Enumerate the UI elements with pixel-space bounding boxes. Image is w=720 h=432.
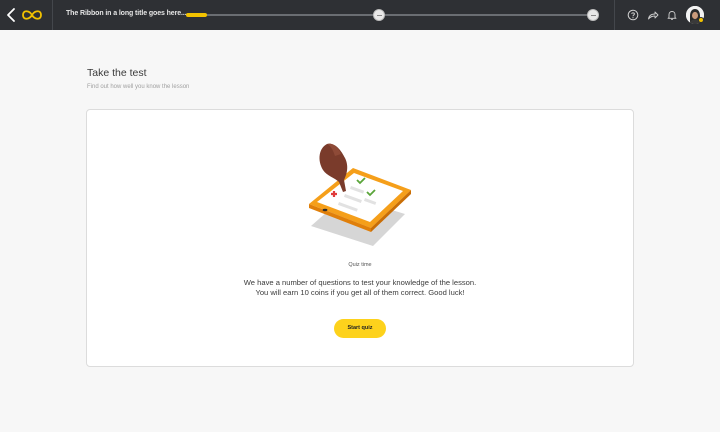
notification-dot: [698, 17, 704, 23]
divider: [52, 0, 53, 30]
share-icon[interactable]: [647, 9, 659, 21]
quiz-description: We have a number of questions to test yo…: [243, 278, 477, 297]
help-icon[interactable]: [627, 9, 639, 21]
quiz-label: Quiz time: [348, 262, 372, 268]
progress-checkpoint-2[interactable]: [587, 9, 599, 21]
top-bar: The Ribbon in a long title goes here...: [0, 0, 720, 30]
quiz-illustration: [309, 143, 411, 246]
quiz-card: Quiz time We have a number of questions …: [86, 109, 634, 367]
bell-icon[interactable]: [666, 9, 678, 21]
progress-checkpoint-1[interactable]: [373, 9, 385, 21]
divider: [614, 0, 615, 30]
page-title: Take the test: [87, 67, 147, 79]
lesson-title: The Ribbon in a long title goes here...: [66, 10, 187, 17]
lesson-progress-fill: [186, 13, 207, 17]
chevron-left-icon[interactable]: [4, 6, 18, 24]
lesson-progress-track: [186, 14, 596, 16]
page-subtitle: Find out how well you know the lesson: [87, 84, 190, 90]
start-quiz-button[interactable]: Start quiz: [334, 319, 386, 338]
infinity-logo-icon[interactable]: [20, 8, 44, 22]
